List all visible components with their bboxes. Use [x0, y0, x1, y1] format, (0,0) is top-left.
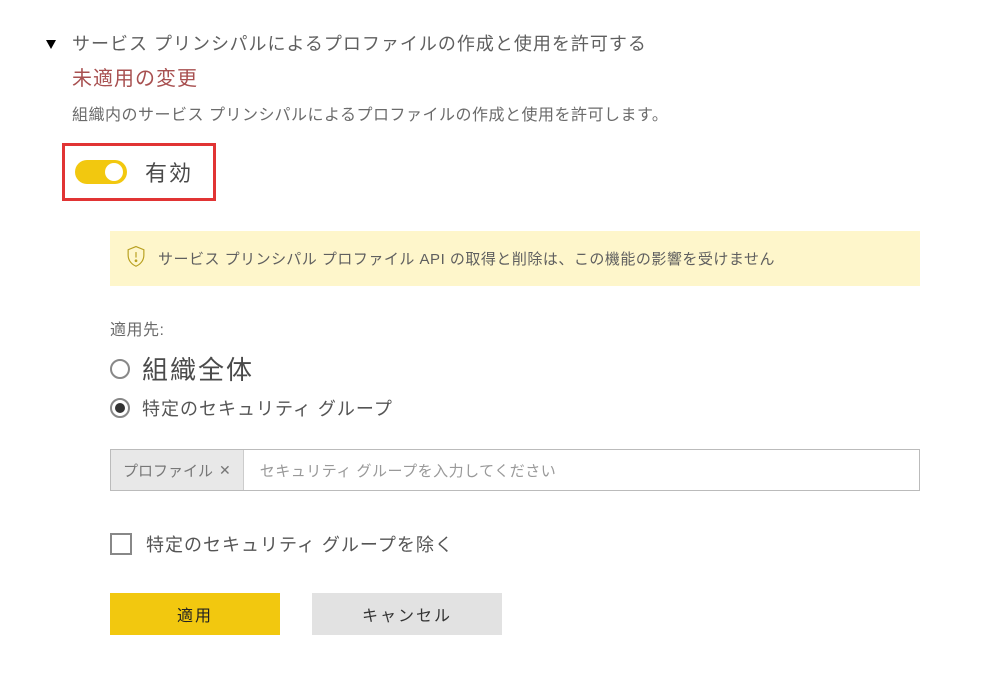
- radio-entire-org-label: 組織全体: [142, 350, 254, 387]
- apply-to-label: 適用先:: [110, 316, 941, 340]
- group-tag: プロファイル ✕: [111, 450, 244, 490]
- toggle-label: 有効: [145, 156, 193, 188]
- radio-entire-org[interactable]: [110, 359, 130, 379]
- shield-icon: [126, 245, 146, 272]
- tag-label: プロファイル: [123, 460, 213, 481]
- security-group-input[interactable]: プロファイル ✕ セキュリティ グループを入力してください: [110, 449, 920, 491]
- exclude-checkbox[interactable]: [110, 533, 132, 555]
- apply-button[interactable]: 適用: [110, 593, 280, 635]
- enable-toggle[interactable]: [75, 160, 127, 184]
- unapplied-changes-label: 未適用の変更: [72, 62, 941, 91]
- info-banner: サービス プリンシパル プロファイル API の取得と削除は、この機能の影響を受…: [110, 231, 920, 286]
- disclosure-triangle-icon[interactable]: [46, 40, 56, 49]
- toggle-knob-icon: [105, 163, 123, 181]
- exclude-checkbox-label: 特定のセキュリティ グループを除く: [146, 531, 454, 557]
- tag-remove-icon[interactable]: ✕: [219, 462, 231, 479]
- toggle-highlight-box: 有効: [62, 143, 216, 201]
- setting-title: サービス プリンシパルによるプロファイルの作成と使用を許可する: [72, 30, 941, 56]
- radio-specific-groups-label: 特定のセキュリティ グループ: [142, 395, 393, 421]
- setting-description: 組織内のサービス プリンシパルによるプロファイルの作成と使用を許可します。: [72, 101, 941, 125]
- cancel-button[interactable]: キャンセル: [312, 593, 502, 635]
- radio-specific-groups[interactable]: [110, 398, 130, 418]
- banner-text: サービス プリンシパル プロファイル API の取得と削除は、この機能の影響を受…: [158, 248, 775, 269]
- input-placeholder: セキュリティ グループを入力してください: [244, 460, 556, 481]
